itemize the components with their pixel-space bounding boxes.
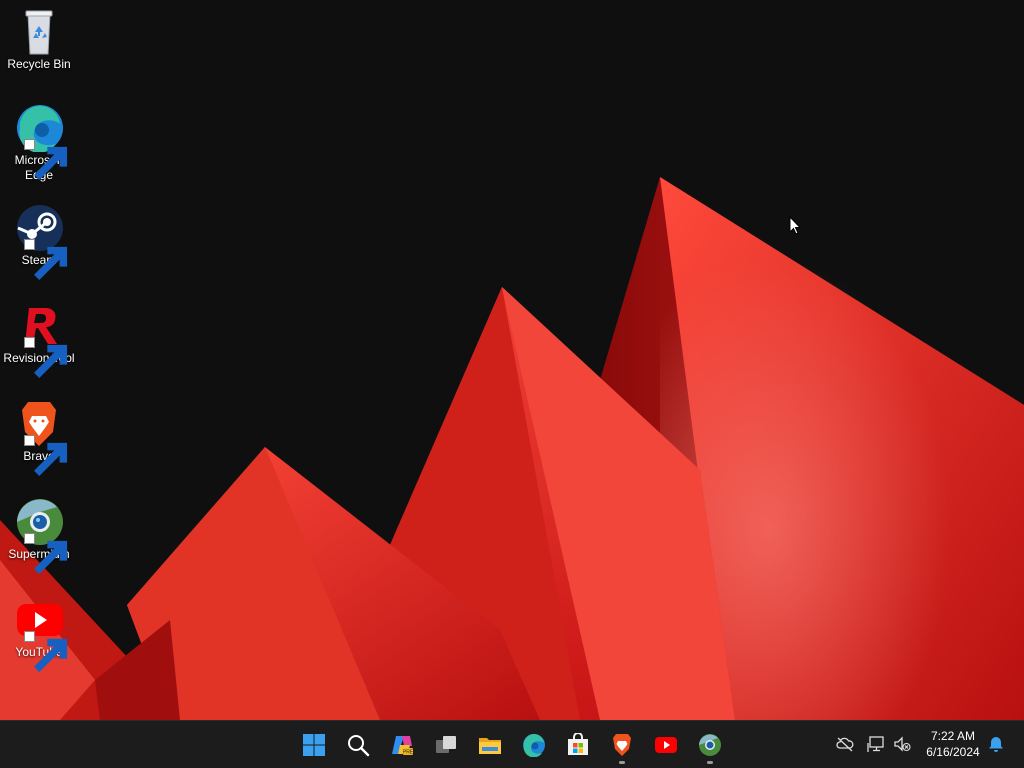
shortcut-arrow-icon [24, 435, 68, 476]
brave-taskbar-button[interactable] [602, 725, 642, 765]
desktop-icon-microsoft-edge[interactable]: Microsoft Edge [2, 104, 76, 183]
supermium-icon [699, 734, 721, 756]
brave-icon [613, 734, 631, 756]
svg-text:PRE: PRE [403, 750, 414, 756]
mouse-cursor-icon [789, 216, 801, 235]
network-status[interactable] [865, 733, 887, 755]
running-indicator [707, 761, 713, 764]
edge-taskbar-button[interactable] [514, 725, 554, 765]
copilot-button[interactable]: PRE [382, 725, 422, 765]
taskbar: PRE 7:22 AM 6/16/2024 [0, 720, 1024, 768]
shortcut-arrow-icon [24, 139, 68, 180]
network-icon [867, 736, 884, 752]
volume-status[interactable] [891, 733, 913, 755]
clock-time: 7:22 AM [930, 729, 976, 743]
shortcut-arrow-icon [24, 631, 68, 672]
shortcut-arrow-icon [24, 239, 68, 280]
desktop-icon-brave[interactable]: Brave [2, 400, 76, 476]
edge-icon [523, 734, 545, 757]
desktop-wallpaper [0, 0, 1024, 720]
desktop-icon-supermium[interactable]: Supermium [2, 498, 76, 574]
shortcut-arrow-icon [24, 533, 68, 574]
shortcut-arrow-icon [24, 337, 68, 378]
store-icon [568, 733, 588, 755]
clock-date: 6/16/2024 [926, 745, 980, 759]
running-indicator [619, 761, 625, 764]
desktop-icon-label: Recycle Bin [7, 57, 71, 71]
search-button[interactable] [338, 725, 378, 765]
start-button[interactable] [294, 725, 334, 765]
onedrive-status[interactable] [834, 733, 856, 755]
clock[interactable]: 7:22 AM 6/16/2024 [918, 728, 988, 760]
search-icon [348, 735, 370, 757]
desktop-icon-youtube[interactable]: YouTube [2, 596, 76, 672]
folder-icon [479, 738, 501, 754]
file-explorer-button[interactable] [470, 725, 510, 765]
cloud-offline-icon [836, 737, 854, 752]
windows-logo-icon [303, 734, 325, 756]
copilot-icon: PRE [392, 736, 414, 756]
desktop-icon-recycle-bin[interactable]: Recycle Bin [2, 8, 76, 72]
task-view-button[interactable] [426, 725, 466, 765]
youtube-taskbar-button[interactable] [646, 725, 686, 765]
task-view-icon [436, 736, 456, 753]
bell-icon [989, 737, 1003, 752]
store-button[interactable] [558, 725, 598, 765]
recycle-bin-icon [25, 10, 53, 55]
youtube-icon [655, 737, 677, 753]
supermium-taskbar-button[interactable] [690, 725, 730, 765]
desktop-icon-revision-tool[interactable]: Revision Tool [2, 302, 76, 378]
notification-center-button[interactable] [985, 733, 1007, 755]
volume-muted-icon [894, 736, 911, 752]
desktop-icon-steam[interactable]: Steam [2, 204, 76, 280]
